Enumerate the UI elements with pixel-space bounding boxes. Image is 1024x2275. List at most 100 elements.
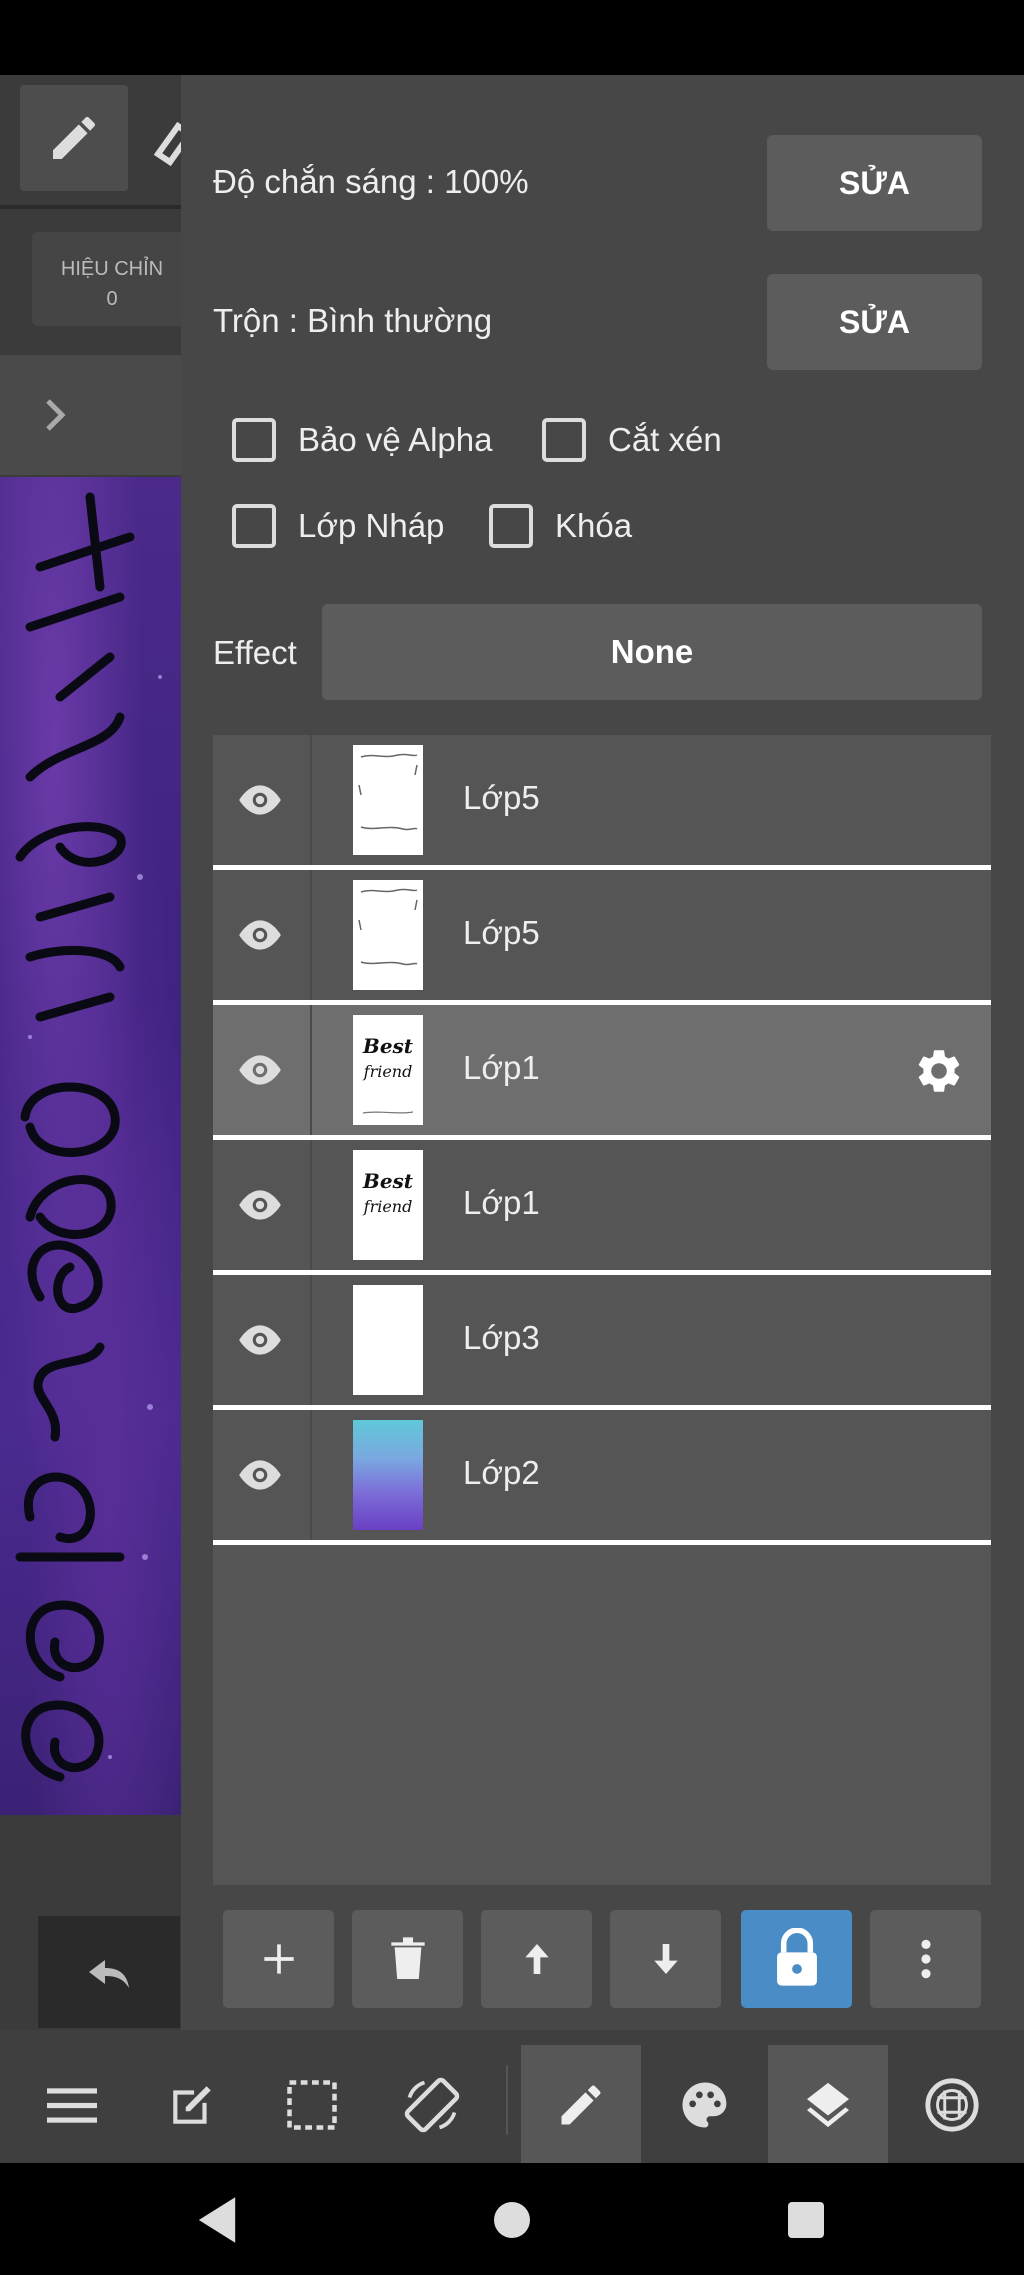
canvas-handwriting-drawing (15, 492, 162, 1782)
layer-name: Lớp1 (463, 1049, 540, 1086)
alpha-protect-checkbox[interactable]: Bảo vệ Alpha (232, 418, 493, 462)
palette-button[interactable] (645, 2045, 765, 2165)
lock-layer-button[interactable] (741, 1910, 852, 2008)
effect-select-button[interactable]: None (322, 604, 982, 700)
trash-icon (390, 1937, 425, 1979)
brush-tool-button[interactable] (521, 2045, 641, 2165)
checkbox-box[interactable] (489, 504, 533, 548)
thumb-friend-text: friend (363, 1197, 413, 1216)
row-divider (310, 1410, 312, 1540)
layer-list: Lớp5 Lớp5 Best friend Lớp1 Best friend Lớp… (213, 735, 991, 1885)
correction-button[interactable]: HIỆU CHỈN 0 (32, 232, 192, 326)
clipping-checkbox[interactable]: Cắt xén (542, 418, 722, 462)
layer-thumbnail (353, 745, 423, 855)
layer-thumbnail: Best friend (353, 1015, 423, 1125)
arrow-up-icon (524, 1944, 549, 1974)
undo-button[interactable] (38, 1916, 180, 2028)
eye-icon[interactable] (235, 1455, 285, 1495)
rotate-canvas-button[interactable] (372, 2045, 492, 2165)
layer-thumbnail (353, 880, 423, 990)
row-divider (310, 1140, 312, 1270)
checkbox-box[interactable] (232, 504, 276, 548)
move-layer-up-button[interactable] (481, 1910, 592, 2008)
layer-separator (213, 1540, 991, 1545)
status-bar (0, 0, 1024, 75)
blend-mode-label: Trộn : Bình thường (213, 302, 493, 339)
eye-icon[interactable] (235, 1185, 285, 1225)
thumb-best-text: Best (362, 1169, 414, 1193)
opacity-edit-button[interactable]: SỬA (767, 135, 982, 231)
eye-icon[interactable] (235, 915, 285, 955)
correction-label: HIỆU CHỈN (60, 258, 164, 280)
selection-button[interactable] (252, 2045, 372, 2165)
home-circle-icon (494, 2202, 530, 2238)
more-options-button[interactable] (870, 1910, 981, 2008)
back-nav-button[interactable] (194, 2195, 240, 2245)
eye-icon[interactable] (235, 1320, 285, 1360)
palette-icon (682, 2082, 727, 2128)
row-divider (310, 1275, 312, 1405)
layer-name: Lớp2 (463, 1454, 540, 1491)
checkbox-label: Khóa (555, 507, 633, 544)
recents-nav-button[interactable] (786, 2200, 826, 2240)
layer-row[interactable]: Lớp3 (213, 1275, 991, 1405)
add-layer-button[interactable] (223, 1910, 334, 2008)
edit-button[interactable] (132, 2045, 252, 2165)
row-divider (310, 735, 312, 865)
layer-thumbnail: Best friend (353, 1150, 423, 1260)
opacity-label: Độ chắn sáng : 100% (213, 163, 529, 200)
rotate-screen-icon (404, 2077, 460, 2133)
row-divider (310, 1005, 312, 1135)
gear-icon[interactable] (913, 1045, 965, 1097)
move-layer-down-button[interactable] (610, 1910, 721, 2008)
material-button[interactable] (892, 2045, 1012, 2165)
layers-icon (807, 2082, 849, 2128)
plus-icon (263, 1944, 294, 1974)
thumb-friend-text: friend (363, 1062, 413, 1081)
checkbox-label: Cắt xén (608, 421, 722, 458)
correction-value: 0 (106, 288, 118, 310)
layer-row[interactable]: Best friend Lớp1 (213, 1140, 991, 1270)
pencil-icon (53, 116, 96, 159)
layer-name: Lớp1 (463, 1184, 540, 1221)
checkbox-box[interactable] (232, 418, 276, 462)
eye-icon[interactable] (235, 780, 285, 820)
hamburger-menu-icon (47, 2088, 97, 2123)
effect-label: Effect (213, 634, 297, 671)
back-triangle-icon (198, 2197, 236, 2243)
checkbox-label: Bảo vệ Alpha (298, 421, 493, 458)
eye-icon[interactable] (235, 1050, 285, 1090)
layer-thumbnail (353, 1420, 423, 1530)
expand-chevron-icon[interactable] (35, 390, 75, 440)
more-vertical-icon (920, 1939, 931, 1979)
grid-circle-icon (925, 2078, 979, 2132)
layer-row[interactable]: Lớp5 (213, 735, 991, 865)
row-divider (310, 870, 312, 1000)
blend-mode-edit-button[interactable]: SỬA (767, 274, 982, 370)
layer-name: Lớp5 (463, 779, 540, 816)
pen-tool-tab[interactable] (20, 85, 128, 191)
lock-icon (776, 1928, 817, 1986)
layer-thumbnail (353, 1285, 423, 1395)
menu-button[interactable] (12, 2045, 132, 2165)
draft-layer-checkbox[interactable]: Lớp Nháp (232, 504, 444, 548)
layer-name: Lớp5 (463, 914, 540, 951)
lock-checkbox[interactable]: Khóa (489, 504, 632, 548)
canvas-preview[interactable] (0, 477, 181, 1815)
layers-button[interactable] (768, 2045, 888, 2165)
delete-layer-button[interactable] (352, 1910, 463, 2008)
toolbar-divider (506, 2065, 508, 2135)
thumb-best-text: Best (362, 1034, 414, 1058)
recents-square-icon (788, 2202, 824, 2238)
pencil-icon (561, 2085, 601, 2125)
strip-band (0, 355, 181, 475)
selection-icon (287, 2080, 337, 2130)
checkbox-box[interactable] (542, 418, 586, 462)
layer-row[interactable]: Lớp5 (213, 870, 991, 1000)
home-nav-button[interactable] (492, 2200, 532, 2240)
layer-row-selected[interactable]: Best friend Lớp1 (213, 1005, 991, 1135)
arrow-down-icon (653, 1944, 678, 1974)
layer-name: Lớp3 (463, 1319, 540, 1356)
checkbox-label: Lớp Nháp (298, 507, 445, 544)
layer-row[interactable]: Lớp2 (213, 1410, 991, 1540)
